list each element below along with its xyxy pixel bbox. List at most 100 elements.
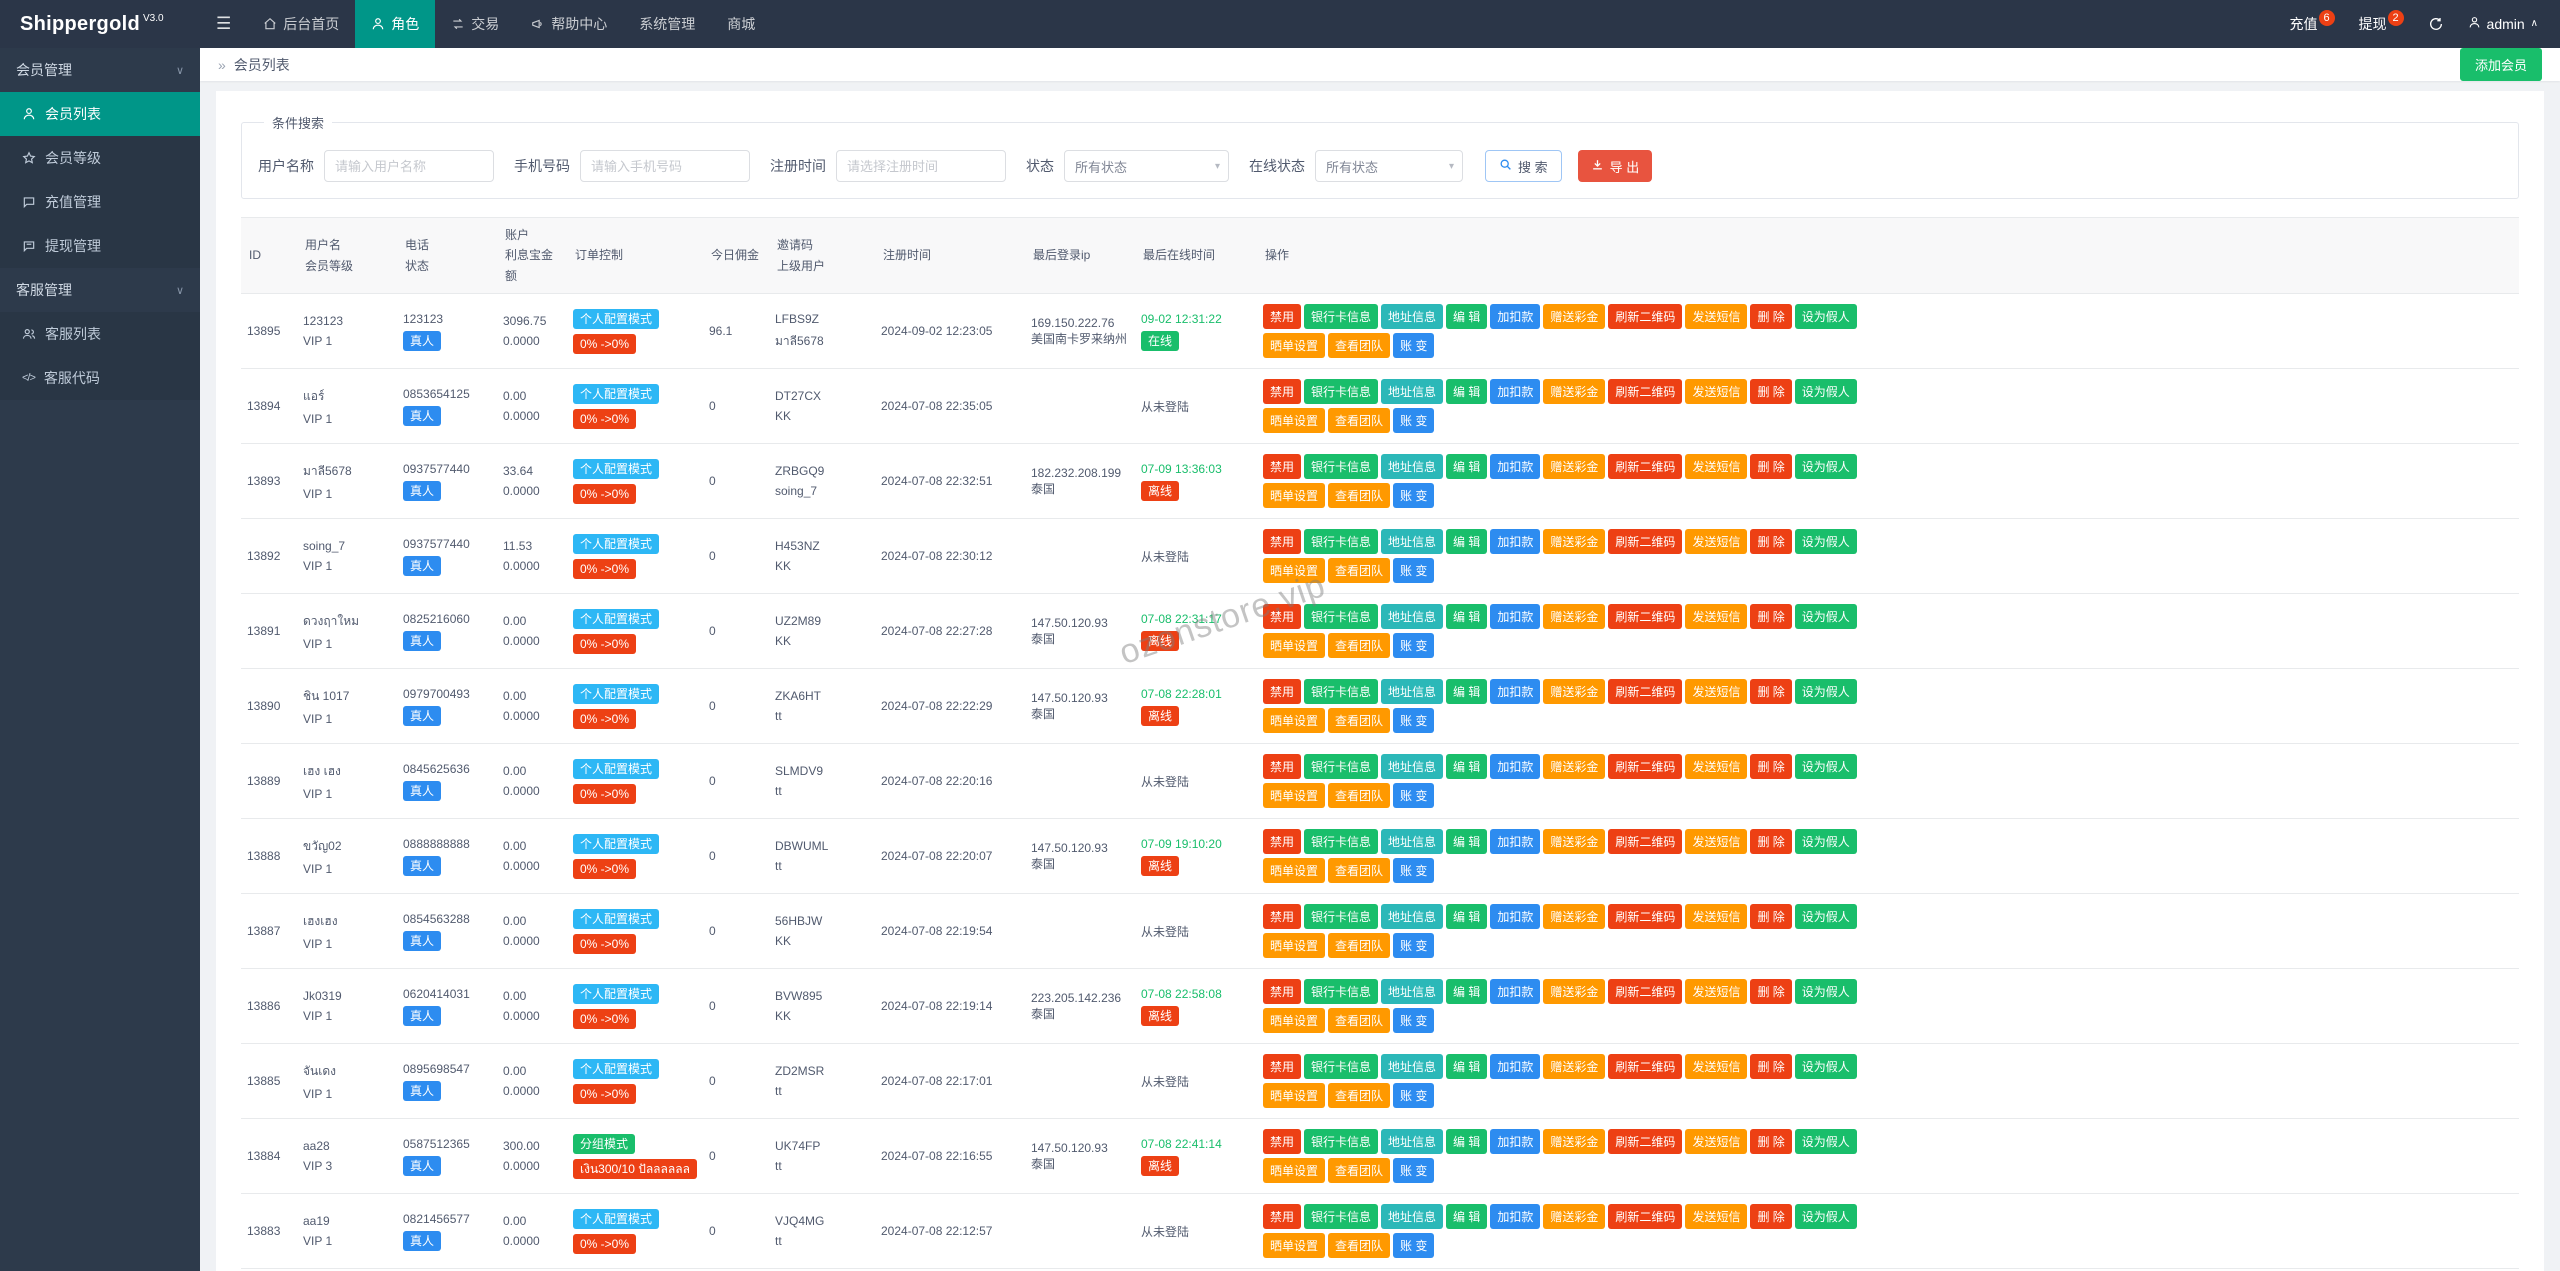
view-team-button[interactable]: 查看团队 xyxy=(1328,483,1391,509)
gift-bonus-button[interactable]: 赠送彩金 xyxy=(1543,379,1606,405)
adjust-balance-button[interactable]: 加扣款 xyxy=(1490,679,1541,705)
adjust-balance-button[interactable]: 加扣款 xyxy=(1490,829,1541,855)
set-fake-button[interactable]: 设为假人 xyxy=(1794,904,1857,930)
order-show-settings-button[interactable]: 晒单设置 xyxy=(1263,483,1326,509)
delete-button[interactable]: 删 除 xyxy=(1750,1129,1792,1155)
address-info-button[interactable]: 地址信息 xyxy=(1381,454,1444,480)
sidebar-item-service-code[interactable]: </> 客服代码 xyxy=(0,356,200,400)
address-info-button[interactable]: 地址信息 xyxy=(1381,604,1444,630)
account-change-button[interactable]: 账 变 xyxy=(1393,633,1435,659)
bank-info-button[interactable]: 银行卡信息 xyxy=(1304,754,1379,780)
set-fake-button[interactable]: 设为假人 xyxy=(1794,1054,1857,1080)
bank-info-button[interactable]: 银行卡信息 xyxy=(1304,454,1379,480)
status-select[interactable]: 所有状态 ▾ xyxy=(1064,150,1229,182)
gift-bonus-button[interactable]: 赠送彩金 xyxy=(1543,304,1606,330)
view-team-button[interactable]: 查看团队 xyxy=(1328,783,1391,809)
gift-bonus-button[interactable]: 赠送彩金 xyxy=(1543,1204,1606,1230)
account-change-button[interactable]: 账 变 xyxy=(1393,408,1435,434)
adjust-balance-button[interactable]: 加扣款 xyxy=(1490,454,1541,480)
disable-button[interactable]: 禁用 xyxy=(1263,1204,1302,1230)
send-sms-button[interactable]: 发送短信 xyxy=(1685,529,1748,555)
send-sms-button[interactable]: 发送短信 xyxy=(1685,754,1748,780)
username-input[interactable] xyxy=(324,150,494,182)
account-change-button[interactable]: 账 变 xyxy=(1393,858,1435,884)
address-info-button[interactable]: 地址信息 xyxy=(1381,1204,1444,1230)
address-info-button[interactable]: 地址信息 xyxy=(1381,679,1444,705)
nav-item-dashboard[interactable]: 后台首页 xyxy=(247,0,355,48)
delete-button[interactable]: 删 除 xyxy=(1750,904,1792,930)
bank-info-button[interactable]: 银行卡信息 xyxy=(1304,1054,1379,1080)
refresh-qrcode-button[interactable]: 刷新二维码 xyxy=(1608,1129,1683,1155)
adjust-balance-button[interactable]: 加扣款 xyxy=(1490,304,1541,330)
set-fake-button[interactable]: 设为假人 xyxy=(1794,1129,1857,1155)
send-sms-button[interactable]: 发送短信 xyxy=(1685,604,1748,630)
edit-button[interactable]: 编 辑 xyxy=(1446,679,1488,705)
regtime-input[interactable] xyxy=(836,150,1006,182)
view-team-button[interactable]: 查看团队 xyxy=(1328,858,1391,884)
set-fake-button[interactable]: 设为假人 xyxy=(1794,979,1857,1005)
recharge-link[interactable]: 充值 6 xyxy=(2290,10,2335,34)
address-info-button[interactable]: 地址信息 xyxy=(1381,1054,1444,1080)
bank-info-button[interactable]: 银行卡信息 xyxy=(1304,379,1379,405)
edit-button[interactable]: 编 辑 xyxy=(1446,304,1488,330)
send-sms-button[interactable]: 发送短信 xyxy=(1685,1054,1748,1080)
nav-item-system[interactable]: 系统管理 xyxy=(623,0,711,48)
gift-bonus-button[interactable]: 赠送彩金 xyxy=(1543,604,1606,630)
account-change-button[interactable]: 账 变 xyxy=(1393,708,1435,734)
bank-info-button[interactable]: 银行卡信息 xyxy=(1304,904,1379,930)
address-info-button[interactable]: 地址信息 xyxy=(1381,904,1444,930)
disable-button[interactable]: 禁用 xyxy=(1263,604,1302,630)
bank-info-button[interactable]: 银行卡信息 xyxy=(1304,304,1379,330)
sidebar-item-member-level[interactable]: 会员等级 xyxy=(0,136,200,180)
view-team-button[interactable]: 查看团队 xyxy=(1328,558,1391,584)
order-show-settings-button[interactable]: 晒单设置 xyxy=(1263,1083,1326,1109)
refresh-qrcode-button[interactable]: 刷新二维码 xyxy=(1608,979,1683,1005)
refresh-qrcode-button[interactable]: 刷新二维码 xyxy=(1608,1204,1683,1230)
disable-button[interactable]: 禁用 xyxy=(1263,1129,1302,1155)
export-button[interactable]: 导 出 xyxy=(1577,150,1653,182)
edit-button[interactable]: 编 辑 xyxy=(1446,754,1488,780)
disable-button[interactable]: 禁用 xyxy=(1263,304,1302,330)
online-status-select[interactable]: 所有状态 ▾ xyxy=(1315,150,1463,182)
address-info-button[interactable]: 地址信息 xyxy=(1381,304,1444,330)
refresh-qrcode-button[interactable]: 刷新二维码 xyxy=(1608,904,1683,930)
bank-info-button[interactable]: 银行卡信息 xyxy=(1304,829,1379,855)
delete-button[interactable]: 删 除 xyxy=(1750,454,1792,480)
disable-button[interactable]: 禁用 xyxy=(1263,1054,1302,1080)
view-team-button[interactable]: 查看团队 xyxy=(1328,408,1391,434)
delete-button[interactable]: 删 除 xyxy=(1750,1204,1792,1230)
edit-button[interactable]: 编 辑 xyxy=(1446,379,1488,405)
bank-info-button[interactable]: 银行卡信息 xyxy=(1304,529,1379,555)
set-fake-button[interactable]: 设为假人 xyxy=(1794,529,1857,555)
gift-bonus-button[interactable]: 赠送彩金 xyxy=(1543,529,1606,555)
address-info-button[interactable]: 地址信息 xyxy=(1381,979,1444,1005)
send-sms-button[interactable]: 发送短信 xyxy=(1685,979,1748,1005)
adjust-balance-button[interactable]: 加扣款 xyxy=(1490,1054,1541,1080)
search-button[interactable]: 搜 索 xyxy=(1485,150,1562,182)
refresh-qrcode-button[interactable]: 刷新二维码 xyxy=(1608,454,1683,480)
order-show-settings-button[interactable]: 晒单设置 xyxy=(1263,783,1326,809)
send-sms-button[interactable]: 发送短信 xyxy=(1685,679,1748,705)
send-sms-button[interactable]: 发送短信 xyxy=(1685,1129,1748,1155)
refresh-qrcode-button[interactable]: 刷新二维码 xyxy=(1608,304,1683,330)
edit-button[interactable]: 编 辑 xyxy=(1446,1054,1488,1080)
bank-info-button[interactable]: 银行卡信息 xyxy=(1304,1129,1379,1155)
set-fake-button[interactable]: 设为假人 xyxy=(1794,604,1857,630)
disable-button[interactable]: 禁用 xyxy=(1263,754,1302,780)
refresh-icon[interactable] xyxy=(2428,16,2444,32)
order-show-settings-button[interactable]: 晒单设置 xyxy=(1263,858,1326,884)
nav-item-roles[interactable]: 角色 xyxy=(355,0,436,48)
view-team-button[interactable]: 查看团队 xyxy=(1328,933,1391,959)
disable-button[interactable]: 禁用 xyxy=(1263,904,1302,930)
gift-bonus-button[interactable]: 赠送彩金 xyxy=(1543,1054,1606,1080)
account-change-button[interactable]: 账 变 xyxy=(1393,333,1435,359)
gift-bonus-button[interactable]: 赠送彩金 xyxy=(1543,679,1606,705)
set-fake-button[interactable]: 设为假人 xyxy=(1794,1204,1857,1230)
edit-button[interactable]: 编 辑 xyxy=(1446,529,1488,555)
refresh-qrcode-button[interactable]: 刷新二维码 xyxy=(1608,379,1683,405)
set-fake-button[interactable]: 设为假人 xyxy=(1794,754,1857,780)
menu-toggle-icon[interactable]: ☰ xyxy=(200,0,247,48)
nav-item-trade[interactable]: 交易 xyxy=(435,0,515,48)
order-show-settings-button[interactable]: 晒单设置 xyxy=(1263,933,1326,959)
account-change-button[interactable]: 账 变 xyxy=(1393,1008,1435,1034)
